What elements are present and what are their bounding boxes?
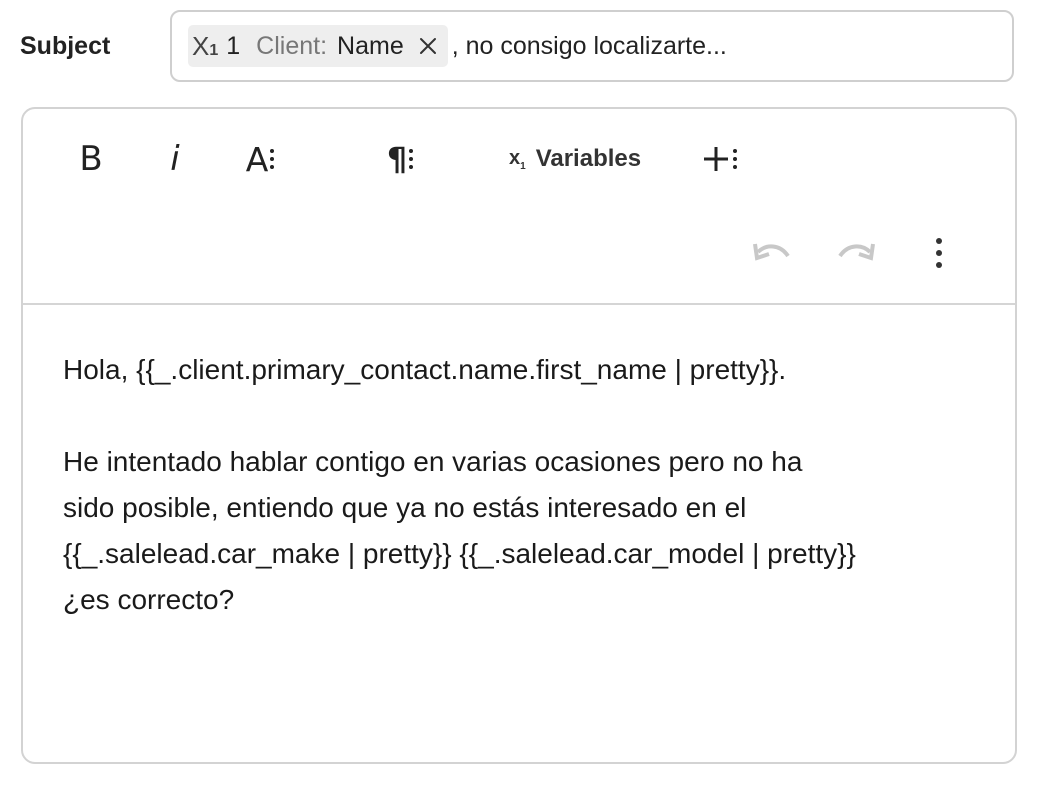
body-line: ¿es correcto? <box>63 584 235 615</box>
kebab-menu-icon <box>936 235 942 271</box>
plus-icon <box>704 147 728 171</box>
editor-toolbar: B i A ¶ x1 Variables <box>23 109 1015 305</box>
body-line: sido posible, entiendo que ya no estás i… <box>63 492 747 523</box>
subject-input[interactable]: X1 1 Client: Name , no consigo localizar… <box>170 10 1014 82</box>
undo-button[interactable] <box>751 237 793 273</box>
body-line: Hola, {{_.client.primary_contact.name.fi… <box>63 354 787 385</box>
bold-button[interactable]: B <box>73 139 109 179</box>
redo-button[interactable] <box>835 237 877 273</box>
variables-button[interactable]: x1 Variables <box>509 139 641 179</box>
paragraph-button[interactable]: ¶ <box>378 139 422 179</box>
variables-label: Variables <box>535 145 642 172</box>
variable-icon: X1 <box>192 30 219 61</box>
body-line: He intentado hablar contigo en varias oc… <box>63 446 803 477</box>
undo-icon <box>753 243 790 261</box>
subject-label: Subject <box>20 32 111 60</box>
more-options-icon <box>409 149 414 169</box>
chip-name: Name <box>337 31 404 60</box>
variable-icon: x1 <box>509 146 526 172</box>
chip-prefix: Client: <box>256 31 328 60</box>
editor-content[interactable]: Hola, {{_.client.primary_contact.name.fi… <box>63 347 983 623</box>
chip-number: 1 <box>226 31 241 60</box>
redo-icon <box>838 243 875 261</box>
close-icon[interactable] <box>418 36 438 56</box>
insert-button[interactable] <box>697 137 741 181</box>
font-icon: A <box>245 139 269 179</box>
font-style-button[interactable]: A <box>238 139 282 179</box>
more-menu-button[interactable] <box>927 233 951 273</box>
more-options-icon <box>270 149 275 169</box>
variable-chip[interactable]: X1 1 Client: Name <box>188 25 448 67</box>
paragraph-icon: ¶ <box>386 140 408 178</box>
body-line: {{_.salelead.car_make | pretty}} {{_.sal… <box>63 538 856 569</box>
subject-text: , no consigo localizarte... <box>451 31 727 60</box>
more-options-icon <box>733 149 737 169</box>
italic-button[interactable]: i <box>163 139 187 179</box>
rich-text-editor[interactable]: B i A ¶ x1 Variables Hola, {{_.client.pr… <box>21 107 1017 764</box>
